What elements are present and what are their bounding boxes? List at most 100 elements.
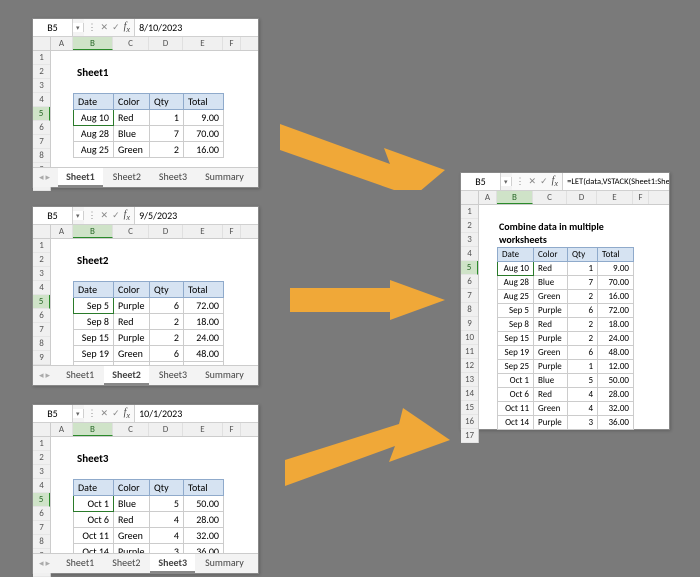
row-header[interactable]: 8 <box>33 149 50 163</box>
col-header-F[interactable]: F <box>223 37 241 50</box>
th-color[interactable]: Color <box>534 248 568 262</box>
namebox-dropdown-icon[interactable]: ▾ <box>73 409 84 418</box>
row-header[interactable]: 7 <box>461 289 478 303</box>
confirm-icon[interactable]: ✓ <box>110 22 122 33</box>
row-header[interactable]: 4 <box>33 93 50 107</box>
col-header-F[interactable]: F <box>633 191 649 204</box>
table-row[interactable]: Oct 11Green432.00 <box>498 402 634 416</box>
tab-sheet3[interactable]: Sheet3 <box>150 554 195 573</box>
cancel-icon[interactable]: ✕ <box>99 408 111 419</box>
formula-input[interactable]: =LET(data,VSTACK(Sheet1:Shee <box>563 173 669 190</box>
th-color[interactable]: Color <box>114 480 150 496</box>
row-header[interactable]: 2 <box>461 219 478 233</box>
row-header[interactable]: 17 <box>461 429 478 443</box>
row-header[interactable]: 8 <box>33 535 50 549</box>
table-row[interactable]: Oct 6Red428.00 <box>498 388 634 402</box>
fx-icon[interactable]: fx <box>550 175 560 188</box>
name-box[interactable]: B5 <box>461 173 501 190</box>
row-header[interactable]: 8 <box>33 337 50 351</box>
confirm-icon[interactable]: ✓ <box>538 176 550 187</box>
row-header[interactable]: 3 <box>461 233 478 247</box>
row-header[interactable]: 9 <box>461 317 478 331</box>
col-header-C[interactable]: C <box>113 225 149 238</box>
th-color[interactable]: Color <box>114 94 150 110</box>
th-total[interactable]: Total <box>184 480 224 496</box>
th-date[interactable]: Date <box>498 248 534 262</box>
row-header[interactable]: 2 <box>33 451 50 465</box>
col-header-A[interactable]: A <box>51 37 73 50</box>
row-header[interactable]: 7 <box>33 521 50 535</box>
tab-nav-icon[interactable]: ◂ ▸ <box>39 172 50 183</box>
row-header[interactable]: 6 <box>33 309 50 323</box>
col-header-B[interactable]: B <box>497 191 533 204</box>
col-header-D[interactable]: D <box>567 191 597 204</box>
col-header-B[interactable]: B <box>73 423 113 436</box>
col-header-D[interactable]: D <box>149 225 183 238</box>
data-table[interactable]: Date Color Qty Total Aug 10Red19.00 Aug … <box>73 93 224 158</box>
namebox-dropdown-icon[interactable]: ▾ <box>501 177 512 186</box>
row-header[interactable]: 8 <box>461 303 478 317</box>
cancel-icon[interactable]: ✕ <box>527 176 539 187</box>
table-row[interactable]: Sep 15Purple224.00 <box>498 332 634 346</box>
col-header-E[interactable]: E <box>183 37 223 50</box>
table-row[interactable]: Oct 1Blue550.00 <box>498 374 634 388</box>
row-header[interactable]: 3 <box>33 465 50 479</box>
tab-sheet1[interactable]: Sheet1 <box>58 554 102 573</box>
row-header[interactable]: 6 <box>33 121 50 135</box>
th-color[interactable]: Color <box>114 282 150 298</box>
row-header[interactable]: 6 <box>33 507 50 521</box>
table-row[interactable]: Aug 10Red19.00 <box>498 262 634 276</box>
col-header-D[interactable]: D <box>149 37 183 50</box>
col-header-C[interactable]: C <box>113 423 149 436</box>
th-qty[interactable]: Qty <box>150 480 184 496</box>
row-header[interactable]: 12 <box>461 359 478 373</box>
table-row[interactable]: Oct 1Blue550.00 <box>74 496 224 512</box>
table-row[interactable]: Aug 25Green216.00 <box>74 142 224 158</box>
col-header-B[interactable]: B <box>73 37 113 50</box>
col-header-C[interactable]: C <box>533 191 567 204</box>
row-header[interactable]: 14 <box>461 387 478 401</box>
tab-sheet3[interactable]: Sheet3 <box>151 168 195 187</box>
row-header[interactable]: 6 <box>461 275 478 289</box>
row-header[interactable]: 5 <box>33 493 50 507</box>
th-date[interactable]: Date <box>74 94 114 110</box>
col-header-A[interactable]: A <box>51 423 73 436</box>
tab-sheet2[interactable]: Sheet2 <box>104 366 149 385</box>
formula-input[interactable]: 8/10/2023 <box>135 19 258 36</box>
data-table[interactable]: Date Color Qty Total Sep 5Purple672.00 S… <box>73 281 224 378</box>
fx-icon[interactable]: fx <box>122 407 132 420</box>
fx-icon[interactable]: fx <box>122 21 132 34</box>
table-row[interactable]: Aug 28Blue770.00 <box>498 276 634 290</box>
row-header[interactable]: 3 <box>33 79 50 93</box>
name-box[interactable]: B5 <box>33 405 73 422</box>
tab-summary[interactable]: Summary <box>197 366 252 385</box>
row-header[interactable]: 16 <box>461 415 478 429</box>
data-table[interactable]: Date Color Qty Total Oct 1Blue550.00 Oct… <box>73 479 224 560</box>
row-header[interactable]: 1 <box>33 51 50 65</box>
name-box[interactable]: B5 <box>33 19 73 36</box>
tab-summary[interactable]: Summary <box>197 168 252 187</box>
data-table[interactable]: Date Color Qty Total Aug 10Red19.00 Aug … <box>497 247 634 430</box>
table-row[interactable]: Sep 8Red218.00 <box>498 318 634 332</box>
tab-nav-icon[interactable]: ◂ ▸ <box>39 558 50 569</box>
row-header[interactable]: 9 <box>33 351 50 365</box>
table-row[interactable]: Sep 8Red218.00 <box>74 314 224 330</box>
th-qty[interactable]: Qty <box>150 282 184 298</box>
row-header[interactable]: 10 <box>461 331 478 345</box>
row-header[interactable]: 3 <box>33 267 50 281</box>
table-row[interactable]: Sep 19Green648.00 <box>74 346 224 362</box>
row-header[interactable]: 5 <box>33 295 50 309</box>
formula-input[interactable]: 10/1/2023 <box>135 405 258 422</box>
col-header-E[interactable]: E <box>183 225 223 238</box>
col-header-D[interactable]: D <box>149 423 183 436</box>
formula-input[interactable]: 9/5/2023 <box>135 207 258 224</box>
th-qty[interactable]: Qty <box>150 94 184 110</box>
table-row[interactable]: Sep 5Purple672.00 <box>498 304 634 318</box>
col-header-F[interactable]: F <box>223 423 241 436</box>
namebox-dropdown-icon[interactable]: ▾ <box>73 23 84 32</box>
th-total[interactable]: Total <box>184 94 224 110</box>
row-header[interactable]: 1 <box>461 205 478 219</box>
fx-icon[interactable]: fx <box>122 209 132 222</box>
th-total[interactable]: Total <box>598 248 634 262</box>
table-row[interactable]: Aug 28Blue770.00 <box>74 126 224 142</box>
